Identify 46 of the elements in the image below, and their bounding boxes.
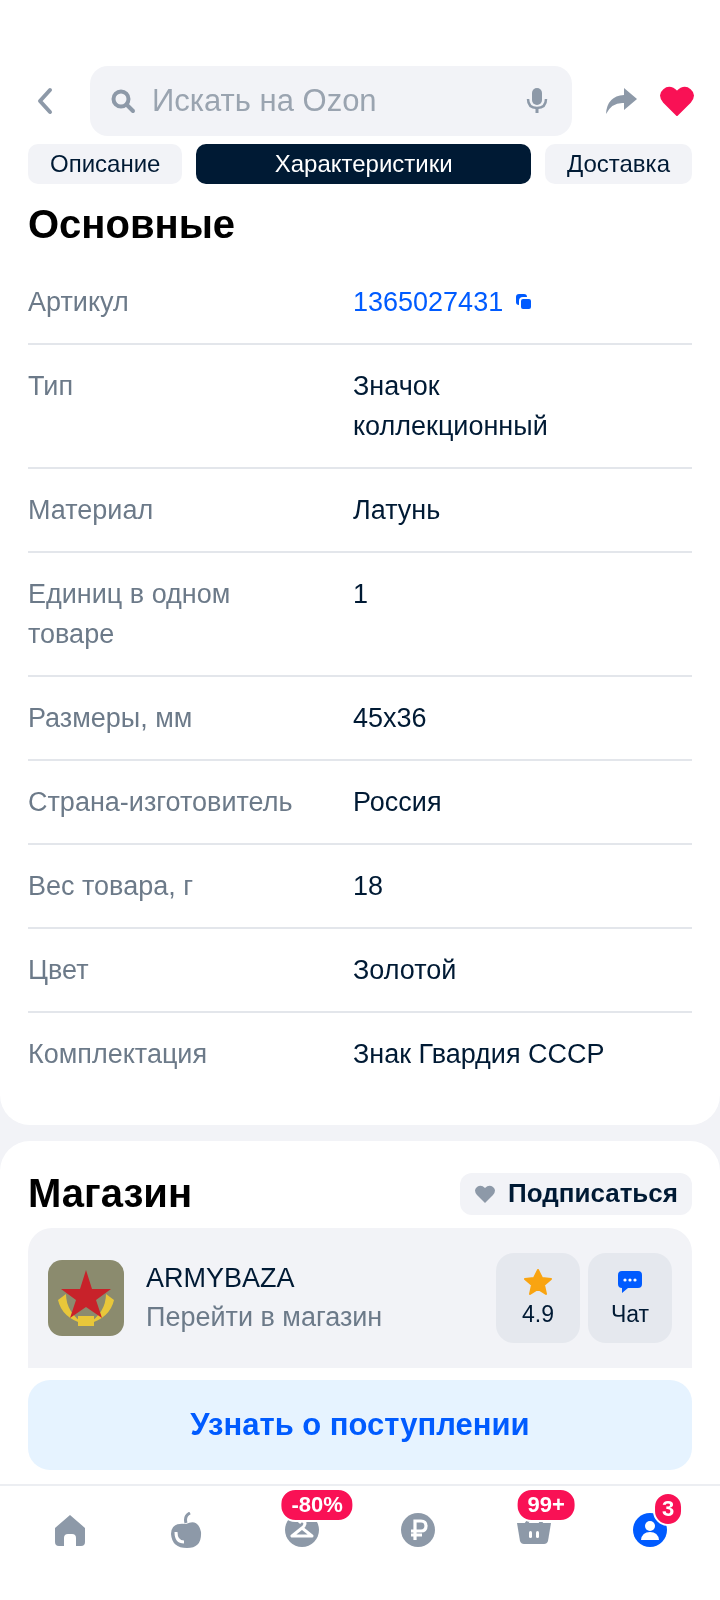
search-icon [110, 88, 136, 114]
spec-label: Комплектация [28, 1038, 209, 1071]
spec-label: Единиц в одном товаре [28, 578, 232, 651]
spec-value: 1 [353, 578, 370, 611]
spec-label: Вес товара, г [28, 870, 195, 903]
article-link[interactable]: 1365027431 [353, 282, 504, 322]
count-badge: 3 [653, 1492, 684, 1526]
spec-label: Тип [28, 370, 74, 403]
heart-icon [660, 86, 694, 116]
spec-label: Размеры, мм [28, 702, 194, 735]
count-badge: -80% [279, 1488, 355, 1522]
store-link[interactable]: Перейти в магазин [146, 1302, 474, 1333]
copy-icon[interactable] [515, 293, 534, 311]
notify-button[interactable]: Узнать о поступлении [28, 1380, 692, 1470]
microphone-icon[interactable] [526, 87, 548, 115]
spec-value: Значок коллекционный [353, 370, 549, 443]
spec-value: Латунь [353, 494, 442, 527]
tab[interactable]: Доставка [544, 144, 692, 184]
cart-tab[interactable]: 99+ [476, 1486, 592, 1562]
fashion-tab[interactable]: -80% [244, 1486, 360, 1562]
search-field[interactable]: Искать на Ozon [90, 66, 572, 136]
spec-value: Россия [353, 786, 443, 819]
star-emblem-icon [48, 1260, 124, 1336]
section-title: Основные [28, 202, 237, 247]
subscribe-button[interactable]: Подписаться [460, 1172, 692, 1215]
star-icon [524, 1268, 552, 1295]
tab[interactable]: Описание [28, 144, 183, 184]
rating-button[interactable]: 4.9 [496, 1253, 580, 1343]
count-badge: 99+ [515, 1488, 577, 1522]
share-icon [604, 86, 638, 116]
spec-value: Золотой [353, 954, 458, 987]
chat-button[interactable]: Чат [588, 1253, 672, 1343]
spec-label: Артикул [28, 286, 130, 319]
profile-tab[interactable]: 3 [592, 1486, 708, 1562]
spec-value: 45x36 [353, 702, 428, 735]
spec-value: 18 [353, 870, 385, 903]
section-title: Магазин [28, 1171, 193, 1216]
store-name[interactable]: ARMYBAZA [146, 1263, 474, 1294]
tab[interactable]: Характеристики [196, 144, 531, 184]
spec-label: Цвет [28, 954, 90, 987]
heart-icon [474, 1183, 496, 1204]
chat-icon [616, 1268, 644, 1295]
spec-label: Материал [28, 494, 155, 527]
spec-value: Знак Гвардия СССР [353, 1038, 606, 1071]
search-input[interactable]: Искать на Ozon [150, 82, 512, 120]
spec-label: Страна-изготовитель [28, 786, 294, 819]
